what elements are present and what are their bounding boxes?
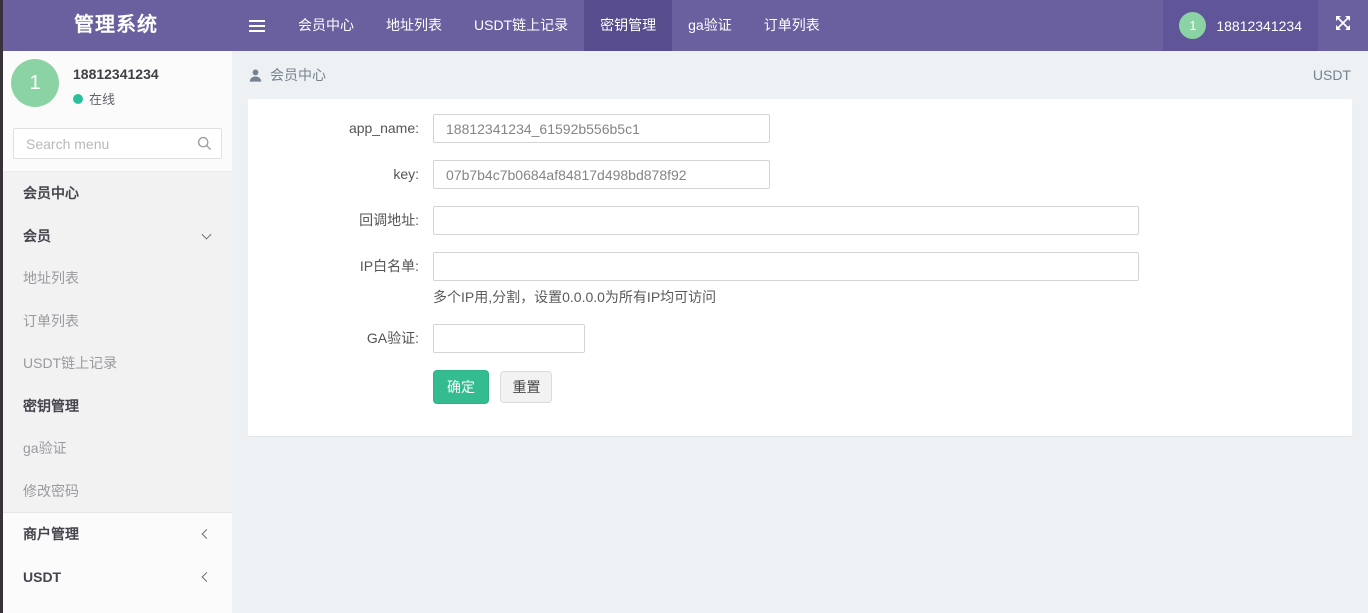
ip-whitelist-input[interactable] — [433, 252, 1139, 281]
form-row-ip-whitelist: IP白名单: 多个IP用,分割，设置0.0.0.0为所有IP均可访问 — [248, 252, 1352, 307]
breadcrumb-title: 会员中心 — [270, 65, 326, 85]
form-row-key: key: — [248, 160, 1352, 189]
reset-button[interactable]: 重置 — [500, 371, 552, 403]
user-name: 18812341234 — [73, 66, 159, 82]
fullscreen-button[interactable] — [1318, 0, 1368, 51]
sidebar-item-merchant-management[interactable]: 商户管理 — [3, 513, 232, 556]
topbar-right: 1 18812341234 — [1163, 0, 1368, 51]
form-row-app-name: app_name: — [248, 114, 1352, 143]
chevron-left-icon — [202, 572, 212, 582]
app-title: 管理系统 — [0, 0, 232, 51]
sidebar: 1 18812341234 在线 会员中心 会员 地址列表 订单列表 USDT链… — [3, 51, 232, 613]
sidebar-item-member[interactable]: 会员 — [3, 215, 232, 258]
callback-url-input[interactable] — [433, 206, 1139, 235]
ga-verify-input[interactable] — [433, 324, 585, 353]
online-dot-icon — [73, 94, 83, 104]
sidebar-user-panel: 1 18812341234 在线 — [3, 51, 232, 118]
topnav-usdt-chain-records[interactable]: USDT链上记录 — [458, 0, 584, 51]
topnav-key-management[interactable]: 密钥管理 — [584, 0, 672, 51]
menu-toggle-icon[interactable] — [232, 0, 282, 51]
ga-verify-label: GA验证: — [248, 324, 433, 353]
form-buttons-row: 确定 重置 — [248, 370, 1352, 404]
user-name: 18812341234 — [1216, 18, 1302, 34]
sidebar-item-usdt-chain-records[interactable]: USDT链上记录 — [3, 342, 232, 385]
sidebar-item-address-list[interactable]: 地址列表 — [3, 257, 232, 300]
avatar: 1 — [11, 59, 59, 107]
key-label: key: — [248, 160, 433, 189]
sidebar-item-key-management[interactable]: 密钥管理 — [3, 385, 232, 428]
key-input[interactable] — [433, 160, 770, 189]
online-status: 在线 — [73, 89, 159, 108]
sidebar-menu-main: 会员中心 会员 地址列表 订单列表 USDT链上记录 密钥管理 ga验证 修改密… — [3, 171, 232, 513]
chevron-left-icon — [202, 529, 212, 539]
main-content: 会员中心 USDT app_name: key: 回调地址: IP白名单: 多个… — [232, 51, 1368, 613]
chevron-down-icon — [202, 229, 212, 239]
expand-arrows-icon — [1335, 15, 1351, 36]
breadcrumb: 会员中心 USDT — [232, 51, 1368, 99]
topbar: 管理系统 会员中心 地址列表 USDT链上记录 密钥管理 ga验证 订单列表 1… — [0, 0, 1368, 51]
callback-url-label: 回调地址: — [248, 206, 433, 235]
key-management-form-panel: app_name: key: 回调地址: IP白名单: 多个IP用,分割，设置0… — [248, 99, 1352, 436]
top-navigation: 会员中心 地址列表 USDT链上记录 密钥管理 ga验证 订单列表 — [232, 0, 836, 51]
search-input[interactable] — [13, 128, 222, 159]
sidebar-item-ga-verify[interactable]: ga验证 — [3, 427, 232, 470]
submit-button[interactable]: 确定 — [433, 370, 489, 404]
ip-whitelist-help: 多个IP用,分割，设置0.0.0.0为所有IP均可访问 — [433, 287, 1139, 307]
sidebar-search — [13, 128, 222, 159]
avatar: 1 — [1179, 12, 1206, 39]
app-name-input[interactable] — [433, 114, 770, 143]
sidebar-menu-secondary: 商户管理 USDT — [3, 513, 232, 598]
ip-whitelist-label: IP白名单: — [248, 252, 433, 307]
left-edge-strip — [0, 0, 3, 613]
breadcrumb-right-label: USDT — [1313, 67, 1351, 83]
sidebar-item-change-password[interactable]: 修改密码 — [3, 470, 232, 513]
user-icon — [249, 69, 262, 82]
user-menu[interactable]: 1 18812341234 — [1163, 0, 1318, 51]
topnav-member-center[interactable]: 会员中心 — [282, 0, 370, 51]
form-row-callback-url: 回调地址: — [248, 206, 1352, 235]
sidebar-item-order-list[interactable]: 订单列表 — [3, 300, 232, 343]
status-label: 在线 — [89, 89, 115, 108]
search-icon — [197, 136, 212, 156]
topnav-order-list[interactable]: 订单列表 — [748, 0, 836, 51]
sidebar-item-usdt[interactable]: USDT — [3, 556, 232, 599]
sidebar-item-member-center[interactable]: 会员中心 — [3, 172, 232, 215]
form-row-ga-verify: GA验证: — [248, 324, 1352, 353]
topnav-ga-verify[interactable]: ga验证 — [672, 0, 748, 51]
app-name-label: app_name: — [248, 114, 433, 143]
topnav-address-list[interactable]: 地址列表 — [370, 0, 458, 51]
